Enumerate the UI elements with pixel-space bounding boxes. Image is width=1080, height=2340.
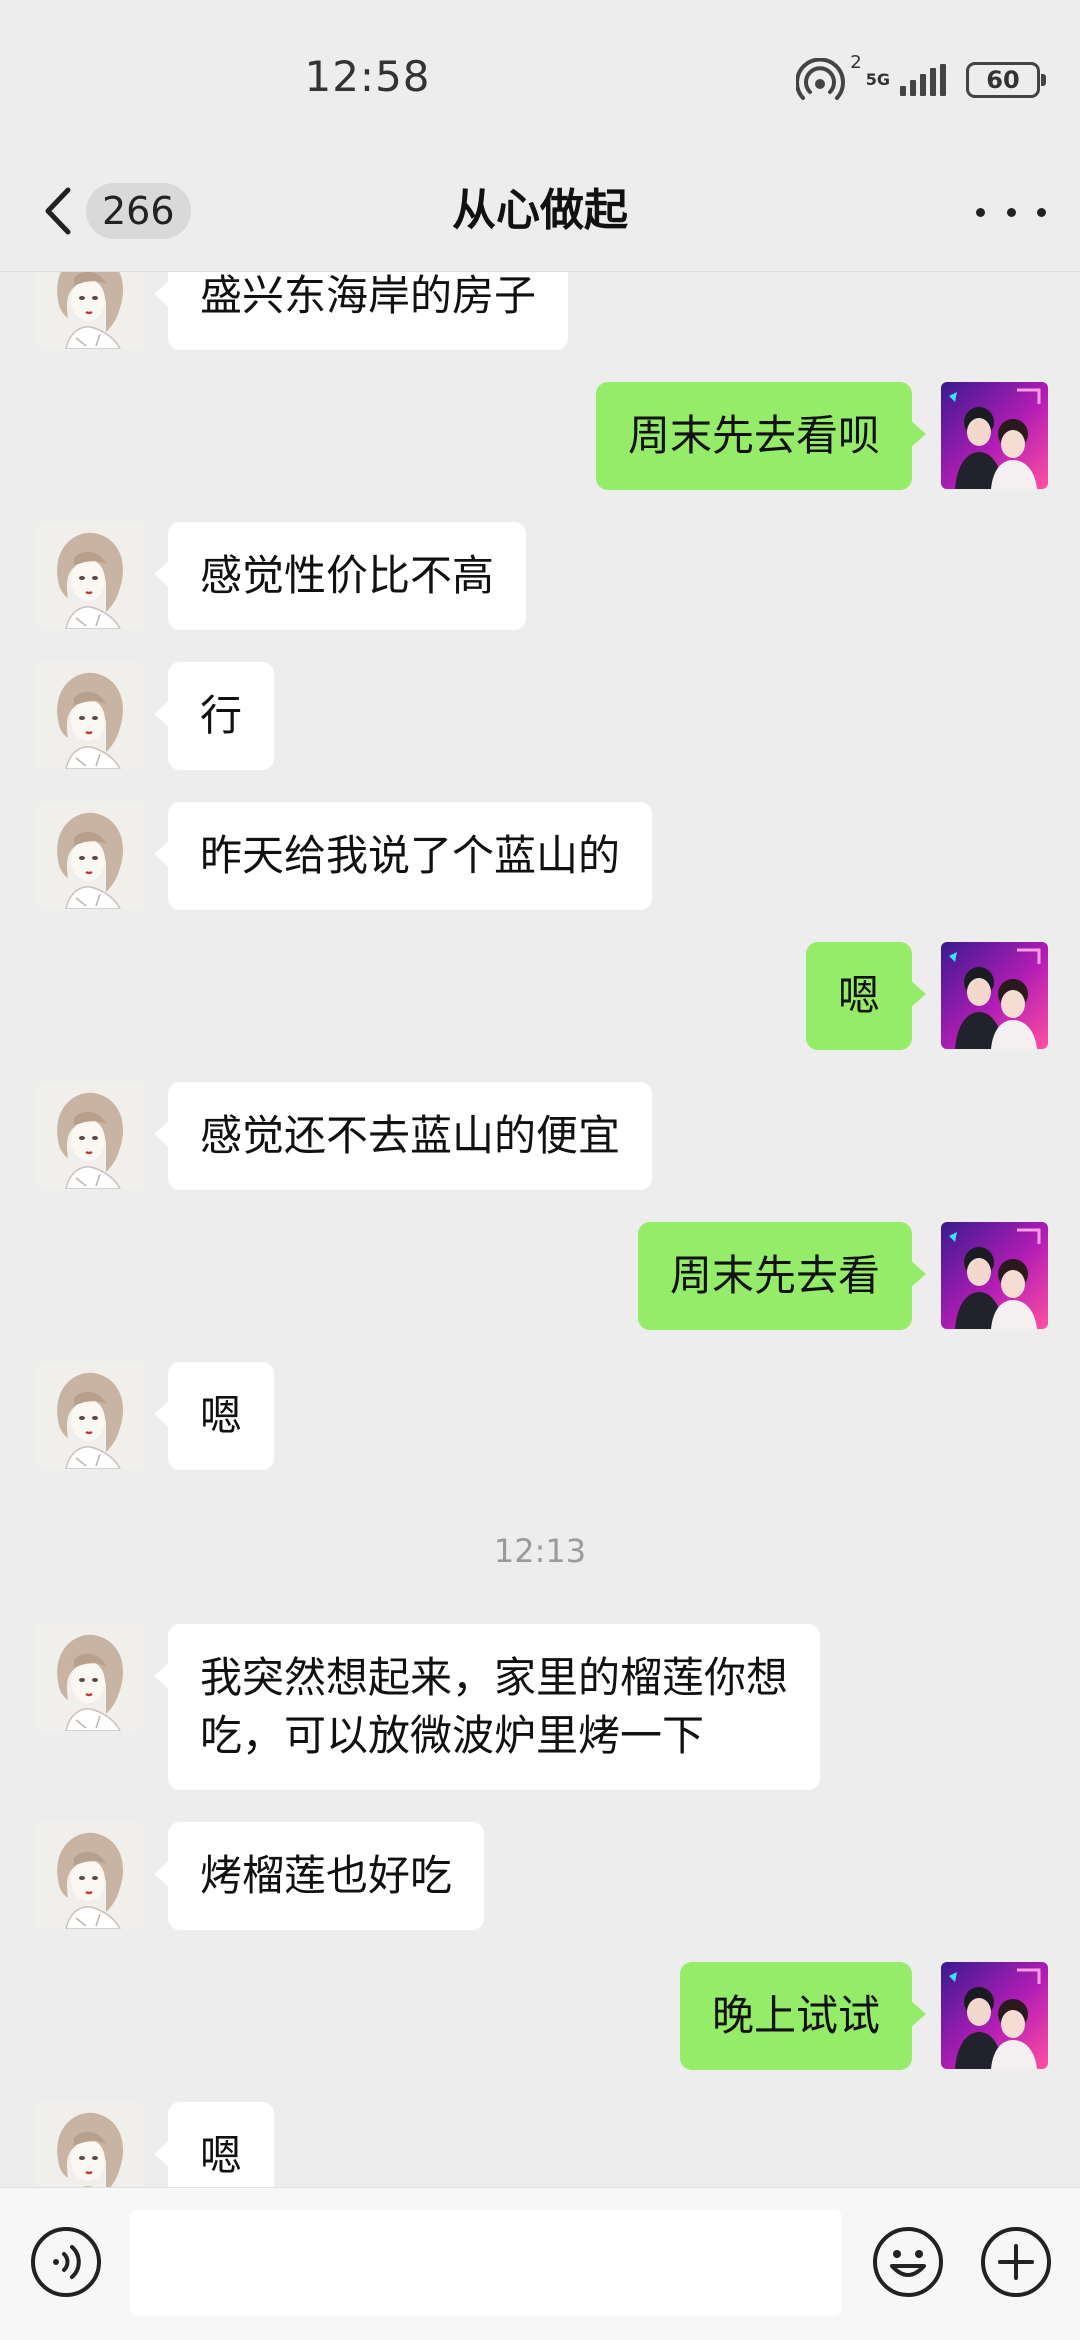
contact-avatar[interactable] (36, 662, 143, 769)
message-bubble[interactable]: 昨天给我说了个蓝山的 (153, 802, 653, 910)
message-bubble[interactable]: 晚上试试 (679, 1962, 927, 2070)
received-message: 盛兴东海岸的房子 (0, 272, 1080, 350)
message-bubble[interactable]: 行 (153, 662, 275, 770)
plus-icon (981, 2227, 1051, 2297)
contact-avatar[interactable] (36, 2102, 143, 2187)
signal-icon (900, 64, 946, 96)
contact-avatar[interactable] (36, 272, 143, 349)
message-input[interactable] (130, 2210, 842, 2316)
message-bubble[interactable]: 我突然想起来，家里的榴莲你想 吃，可以放微波炉里烤一下 (153, 1624, 821, 1790)
contact-avatar[interactable] (36, 1362, 143, 1469)
contact-avatar[interactable] (36, 1624, 143, 1731)
received-message: 嗯 (0, 1362, 1080, 1470)
message-bubble[interactable]: 烤榴莲也好吃 (153, 1822, 485, 1930)
message-bubble[interactable]: 感觉还不去蓝山的便宜 (153, 1082, 653, 1190)
message-bubble[interactable]: 盛兴东海岸的房子 (153, 272, 569, 350)
sent-message: 晚上试试 (0, 1962, 1080, 2070)
battery-icon: 60 (966, 62, 1046, 98)
chat-header: 266 从心做起 (0, 150, 1080, 272)
status-time: 12:58 (304, 52, 431, 101)
hotspot-count: 2 (850, 52, 862, 73)
message-bubble[interactable]: 感觉性价比不高 (153, 522, 527, 630)
hotspot-icon: 2 (794, 52, 862, 102)
more-dot-icon (1006, 207, 1016, 217)
more-dot-icon (1037, 207, 1046, 217)
sent-message: 周末先去看 (0, 1222, 1080, 1330)
my-avatar[interactable] (941, 942, 1048, 1049)
voice-input-button[interactable] (28, 2224, 104, 2300)
status-bar: 12:58 2 5G 60 (0, 0, 1080, 150)
more-dot-icon (976, 207, 985, 217)
more-options-button[interactable] (976, 192, 1046, 232)
contact-avatar[interactable] (36, 1822, 143, 1929)
contact-avatar[interactable] (36, 1082, 143, 1189)
received-message: 昨天给我说了个蓝山的 (0, 802, 1080, 910)
received-message: 烤榴莲也好吃 (0, 1822, 1080, 1930)
input-bar (0, 2187, 1080, 2340)
contact-avatar[interactable] (36, 802, 143, 909)
my-avatar[interactable] (941, 1222, 1048, 1329)
unread-count-badge: 266 (86, 183, 191, 239)
received-message: 我突然想起来，家里的榴莲你想 吃，可以放微波炉里烤一下 (0, 1624, 1080, 1790)
message-bubble[interactable]: 嗯 (805, 942, 927, 1050)
message-list[interactable]: 盛兴东海岸的房子 周末先去看呗 感觉性价比不高行昨天给我说了个蓝山的嗯感觉还不去蓝山… (0, 272, 1080, 2187)
voice-icon (31, 2227, 101, 2297)
message-timestamp: 12:13 (493, 1532, 587, 1570)
more-functions-button[interactable] (978, 2224, 1054, 2300)
message-bubble[interactable]: 周末先去看呗 (595, 382, 927, 490)
message-bubble[interactable]: 嗯 (153, 2102, 275, 2187)
emoji-button[interactable] (870, 2224, 946, 2300)
chat-title: 从心做起 (452, 185, 628, 236)
message-bubble[interactable]: 周末先去看 (637, 1222, 927, 1330)
received-message: 感觉性价比不高 (0, 522, 1080, 630)
chevron-left-icon (45, 187, 71, 235)
sent-message: 嗯 (0, 942, 1080, 1050)
message-bubble[interactable]: 嗯 (153, 1362, 275, 1470)
battery-level: 60 (986, 66, 1020, 94)
received-message: 行 (0, 662, 1080, 770)
contact-avatar[interactable] (36, 522, 143, 629)
received-message: 嗯 (0, 2102, 1080, 2187)
emoji-icon (873, 2227, 943, 2297)
my-avatar[interactable] (941, 382, 1048, 489)
back-button[interactable]: 266 (36, 176, 191, 246)
received-message: 感觉还不去蓝山的便宜 (0, 1082, 1080, 1190)
network-type: 5G (865, 70, 890, 89)
my-avatar[interactable] (941, 1962, 1048, 2069)
status-icons: 2 5G 60 (794, 52, 1046, 102)
sent-message: 周末先去看呗 (0, 382, 1080, 490)
